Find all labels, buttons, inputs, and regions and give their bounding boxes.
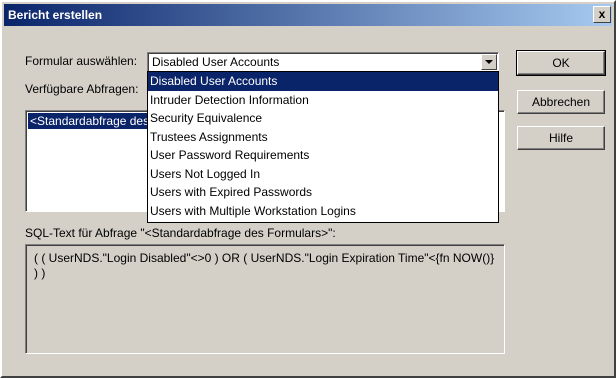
- queries-label: Verfügbare Abfragen:: [25, 82, 139, 96]
- form-dropdown-list[interactable]: Disabled User Accounts Intruder Detectio…: [147, 71, 499, 223]
- dropdown-item[interactable]: Intruder Detection Information: [148, 91, 498, 110]
- dropdown-item[interactable]: Security Equivalence: [148, 109, 498, 128]
- dropdown-arrow-button[interactable]: [481, 54, 497, 70]
- cancel-button[interactable]: Abbrechen: [517, 90, 605, 114]
- dropdown-item[interactable]: Users with Expired Passwords: [148, 183, 498, 202]
- dialog-title: Bericht erstellen: [8, 8, 103, 22]
- dropdown-item[interactable]: Users Not Logged In: [148, 165, 498, 184]
- form-select-combo[interactable]: Disabled User Accounts: [147, 52, 499, 72]
- ok-button[interactable]: OK: [516, 50, 606, 76]
- dropdown-item[interactable]: Users with Multiple Workstation Logins: [148, 202, 498, 221]
- form-select-label: Formular auswählen:: [25, 54, 138, 68]
- sql-text-box: ( ( UserNDS."Login Disabled"<>0 ) OR ( U…: [25, 244, 505, 354]
- close-icon[interactable]: x: [593, 6, 611, 23]
- title-bar: Bericht erstellen x: [4, 4, 612, 26]
- dropdown-item[interactable]: User Password Requirements: [148, 146, 498, 165]
- report-dialog: Bericht erstellen x Formular auswählen: …: [0, 0, 616, 378]
- dropdown-item[interactable]: Trustees Assignments: [148, 128, 498, 147]
- dropdown-item[interactable]: Disabled User Accounts: [148, 72, 498, 91]
- help-button[interactable]: Hilfe: [517, 126, 605, 150]
- form-select-value: Disabled User Accounts: [152, 55, 280, 69]
- sql-label: SQL-Text für Abfrage "<Standardabfrage d…: [25, 226, 336, 240]
